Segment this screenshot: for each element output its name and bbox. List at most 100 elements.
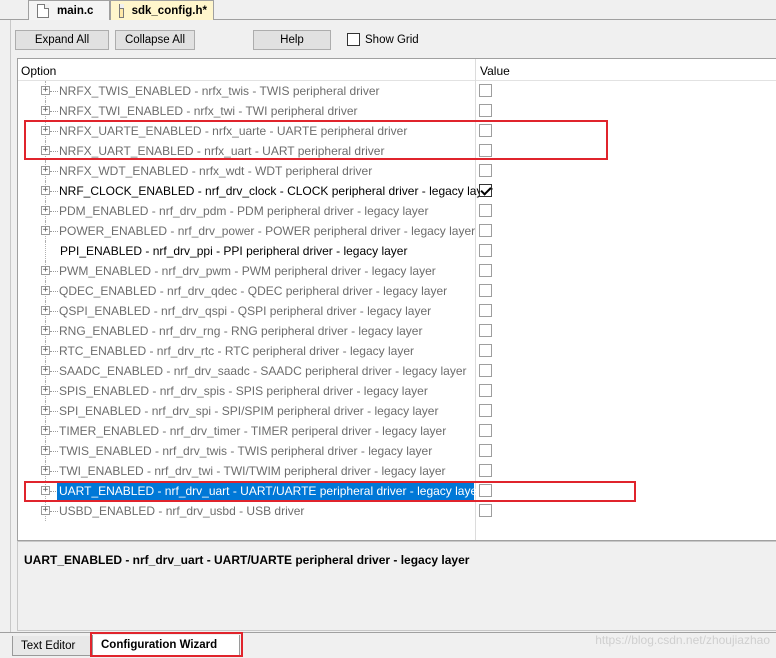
option-row[interactable]: + NRFX_WDT_ENABLED - nrfx_wdt - WDT perip…: [18, 161, 776, 181]
expand-plus-icon[interactable]: +: [41, 406, 50, 415]
expand-plus-icon[interactable]: +: [41, 306, 50, 315]
toolbar: Expand All Collapse All Help Show Grid: [15, 28, 775, 52]
configuration-wizard-panel: Expand All Collapse All Help Show Grid O…: [10, 20, 776, 632]
tab-text-editor[interactable]: Text Editor: [12, 636, 92, 656]
expand-plus-icon[interactable]: +: [41, 426, 50, 435]
tree-connector: [50, 331, 58, 332]
tree-connector: [50, 411, 58, 412]
option-row[interactable]: + NRFX_TWIS_ENABLED - nrfx_twis - TWIS pe…: [18, 81, 776, 101]
option-row[interactable]: + POWER_ENABLED - nrf_drv_power - POWER p…: [18, 221, 776, 241]
tree-connector: [50, 91, 58, 92]
option-row[interactable]: + PDM_ENABLED - nrf_drv_pdm - PDM periphe…: [18, 201, 776, 221]
expand-plus-icon[interactable]: +: [41, 86, 50, 95]
tree-connector: [50, 291, 58, 292]
option-row[interactable]: + NRF_CLOCK_ENABLED - nrf_drv_clock - CLO…: [18, 181, 776, 201]
expand-plus-icon[interactable]: +: [41, 466, 50, 475]
option-value-checkbox[interactable]: [479, 284, 492, 297]
tree-line: [45, 241, 46, 261]
option-row[interactable]: + SPIS_ENABLED - nrf_drv_spis - SPIS peri…: [18, 381, 776, 401]
option-label: QSPI_ENABLED - nrf_drv_qspi - QSPI perip…: [59, 304, 432, 318]
expand-all-button[interactable]: Expand All: [15, 30, 109, 50]
option-label: NRFX_WDT_ENABLED - nrfx_wdt - WDT periph…: [59, 164, 373, 178]
option-row[interactable]: + USBD_ENABLED - nrf_drv_usbd - USB drive…: [18, 501, 776, 521]
option-value-checkbox[interactable]: [479, 424, 492, 437]
expand-plus-icon[interactable]: +: [41, 266, 50, 275]
description-text: UART_ENABLED - nrf_drv_uart - UART/UARTE…: [24, 553, 470, 567]
option-value-checkbox[interactable]: [479, 404, 492, 417]
tree-connector: [50, 231, 58, 232]
option-value-checkbox[interactable]: [479, 344, 492, 357]
file-icon: [118, 4, 124, 18]
option-value-checkbox[interactable]: [479, 444, 492, 457]
option-value-checkbox[interactable]: [479, 264, 492, 277]
option-row[interactable]: PPI_ENABLED - nrf_drv_ppi - PPI peripher…: [18, 241, 776, 261]
option-row[interactable]: + QSPI_ENABLED - nrf_drv_qspi - QSPI peri…: [18, 301, 776, 321]
option-label: PWM_ENABLED - nrf_drv_pwm - PWM peripher…: [59, 264, 436, 278]
annotation-box-uart-enabled: [24, 481, 636, 502]
tree-connector: [50, 471, 58, 472]
file-tab-main-c[interactable]: main.c: [28, 0, 110, 20]
file-tab-sdk-config[interactable]: sdk_config.h*: [110, 0, 214, 21]
expand-plus-icon[interactable]: +: [41, 206, 50, 215]
tree-connector: [50, 451, 58, 452]
tree-connector: [50, 351, 58, 352]
option-label: PDM_ENABLED - nrf_drv_pdm - PDM peripher…: [59, 204, 429, 218]
option-value-checkbox[interactable]: [479, 324, 492, 337]
show-grid-checkbox[interactable]: [347, 33, 360, 46]
option-row[interactable]: + NRFX_TWI_ENABLED - nrfx_twi - TWI perip…: [18, 101, 776, 121]
option-value-checkbox[interactable]: [479, 304, 492, 317]
option-label: SPI_ENABLED - nrf_drv_spi - SPI/SPIM per…: [59, 404, 439, 418]
option-value-checkbox[interactable]: [479, 204, 492, 217]
expand-plus-icon[interactable]: +: [41, 226, 50, 235]
option-value-checkbox[interactable]: [479, 104, 492, 117]
file-tab-label: sdk_config.h*: [131, 5, 207, 17]
option-row[interactable]: + TIMER_ENABLED - nrf_drv_timer - TIMER p…: [18, 421, 776, 441]
expand-plus-icon[interactable]: +: [41, 446, 50, 455]
option-value-checkbox[interactable]: [479, 384, 492, 397]
help-button[interactable]: Help: [253, 30, 331, 50]
collapse-all-button[interactable]: Collapse All: [115, 30, 195, 50]
option-row[interactable]: + RTC_ENABLED - nrf_drv_rtc - RTC periphe…: [18, 341, 776, 361]
expand-plus-icon[interactable]: +: [41, 506, 50, 515]
option-value-checkbox[interactable]: [479, 464, 492, 477]
tree-connector: [50, 271, 58, 272]
option-value-checkbox[interactable]: [479, 164, 492, 177]
column-header-value: Value: [480, 64, 510, 78]
tree-connector: [50, 431, 58, 432]
option-value-checkbox[interactable]: [479, 244, 492, 257]
option-value-checkbox[interactable]: [479, 364, 492, 377]
annotation-box-config-wizard-tab: [90, 632, 243, 657]
option-label: RTC_ENABLED - nrf_drv_rtc - RTC peripher…: [59, 344, 415, 358]
show-grid-toggle[interactable]: Show Grid: [347, 33, 419, 46]
expand-plus-icon[interactable]: +: [41, 346, 50, 355]
option-value-checkbox[interactable]: [479, 184, 492, 197]
file-icon: [37, 3, 49, 18]
option-label: SAADC_ENABLED - nrf_drv_saadc - SAADC pe…: [59, 364, 467, 378]
option-row[interactable]: + TWI_ENABLED - nrf_drv_twi - TWI/TWIM pe…: [18, 461, 776, 481]
option-row[interactable]: + PWM_ENABLED - nrf_drv_pwm - PWM periphe…: [18, 261, 776, 281]
expand-plus-icon[interactable]: +: [41, 286, 50, 295]
file-tab-bar: main.c sdk_config.h*: [0, 0, 776, 21]
option-label: RNG_ENABLED - nrf_drv_rng - RNG peripher…: [59, 324, 423, 338]
expand-plus-icon[interactable]: +: [41, 186, 50, 195]
tree-connector: [50, 311, 58, 312]
expand-plus-icon[interactable]: +: [41, 326, 50, 335]
option-row[interactable]: + SPI_ENABLED - nrf_drv_spi - SPI/SPIM pe…: [18, 401, 776, 421]
option-row[interactable]: + RNG_ENABLED - nrf_drv_rng - RNG periphe…: [18, 321, 776, 341]
option-row[interactable]: + QDEC_ENABLED - nrf_drv_qdec - QDEC peri…: [18, 281, 776, 301]
option-value-checkbox[interactable]: [479, 224, 492, 237]
option-value-checkbox[interactable]: [479, 504, 492, 517]
option-row[interactable]: + SAADC_ENABLED - nrf_drv_saadc - SAADC p…: [18, 361, 776, 381]
option-label: NRFX_TWIS_ENABLED - nrfx_twis - TWIS per…: [59, 84, 380, 98]
column-header-option: Option: [21, 64, 57, 78]
expand-plus-icon[interactable]: +: [41, 386, 50, 395]
option-row[interactable]: + TWIS_ENABLED - nrf_drv_twis - TWIS peri…: [18, 441, 776, 461]
expand-plus-icon[interactable]: +: [41, 106, 50, 115]
option-value-checkbox[interactable]: [479, 84, 492, 97]
option-label: TIMER_ENABLED - nrf_drv_timer - TIMER pe…: [59, 424, 447, 438]
option-label: QDEC_ENABLED - nrf_drv_qdec - QDEC perip…: [59, 284, 448, 298]
expand-plus-icon[interactable]: +: [41, 366, 50, 375]
tree-connector: [50, 171, 58, 172]
expand-plus-icon[interactable]: +: [41, 166, 50, 175]
tree-connector: [50, 391, 58, 392]
